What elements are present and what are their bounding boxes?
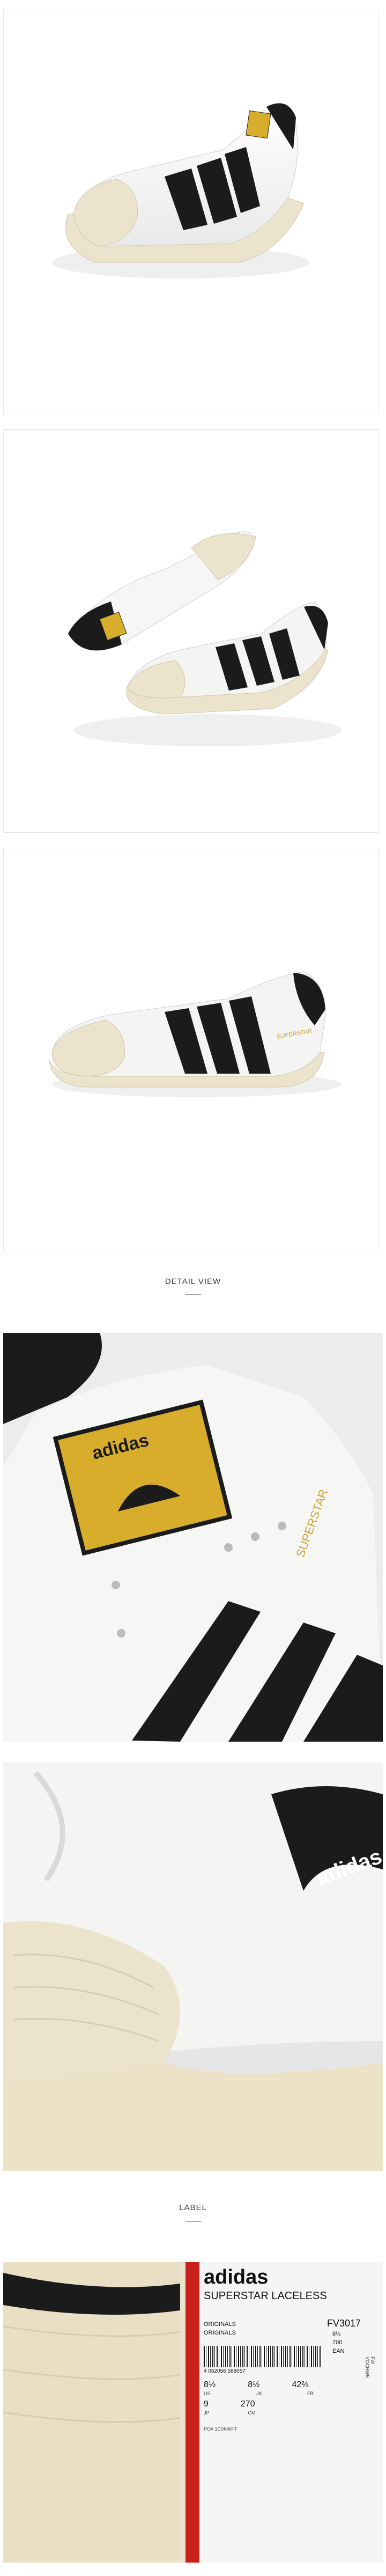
product-photo-1 bbox=[3, 10, 378, 414]
tag-size-top: 8½ bbox=[332, 2331, 341, 2337]
shoe-pair-stacked-image bbox=[68, 531, 342, 746]
product-photo-3: SUPERSTAR bbox=[3, 848, 378, 1251]
detail-view-heading: DETAIL VIEW bbox=[165, 1277, 221, 1286]
tag-model: SUPERSTAR LACELESS bbox=[204, 2290, 327, 2302]
tag-side-code: FW VOCHW5 bbox=[365, 2357, 375, 2378]
tag-origin-note: PO# 1C0KWFT bbox=[204, 2426, 237, 2432]
unit-fr: FR bbox=[307, 2391, 314, 2396]
size-units-2: JP CM bbox=[204, 2410, 375, 2416]
unit-uk: UK bbox=[255, 2391, 263, 2396]
detail-photo-tongue: adidas SUPERSTAR bbox=[3, 1333, 383, 1742]
size-row-2: 9 270 bbox=[204, 2399, 375, 2409]
label-divider bbox=[185, 2221, 201, 2222]
detail-view-divider bbox=[185, 1294, 201, 1295]
product-photo-2 bbox=[3, 429, 378, 833]
unit-us: US bbox=[204, 2391, 211, 2396]
tag-code: FV3017 bbox=[327, 2318, 361, 2329]
size-row-1: 8½ 8½ 42⅔ bbox=[204, 2380, 375, 2390]
unit-jp: JP bbox=[204, 2410, 210, 2416]
tag-700: 700 bbox=[332, 2339, 343, 2346]
shoe-side-angled-image bbox=[52, 103, 309, 278]
tongue-closeup-image: adidas SUPERSTAR bbox=[3, 1333, 383, 1742]
tag-ean: EAN bbox=[332, 2348, 345, 2354]
label-heading: LABEL bbox=[179, 2203, 207, 2212]
size-units-1: US UK FR bbox=[204, 2391, 375, 2396]
size-cm: 270 bbox=[240, 2399, 255, 2409]
toe-closeup-image: adidas bbox=[3, 1762, 383, 2171]
size-us: 8½ bbox=[204, 2380, 216, 2389]
barcode bbox=[204, 2346, 322, 2367]
size-fr: 42⅔ bbox=[292, 2380, 309, 2389]
size-uk: 8½ bbox=[248, 2380, 260, 2389]
shoe-side-profile-image: SUPERSTAR bbox=[49, 971, 342, 1097]
detail-photo-toe: adidas bbox=[3, 1762, 383, 2171]
tag-line1: ORIGINALS bbox=[204, 2321, 236, 2328]
barcode-number: 4 062056 588057 bbox=[204, 2368, 246, 2374]
unit-cm: CM bbox=[248, 2410, 256, 2416]
size-tag: adidas SUPERSTAR LACELESS ORIGINALS ORIG… bbox=[204, 2265, 380, 2432]
tag-brand: adidas bbox=[204, 2266, 269, 2288]
label-photo: adidas SUPERSTAR LACELESS ORIGINALS ORIG… bbox=[3, 2262, 383, 2563]
size-jp: 9 bbox=[204, 2399, 209, 2409]
tag-line2: ORIGINALS bbox=[204, 2330, 236, 2336]
